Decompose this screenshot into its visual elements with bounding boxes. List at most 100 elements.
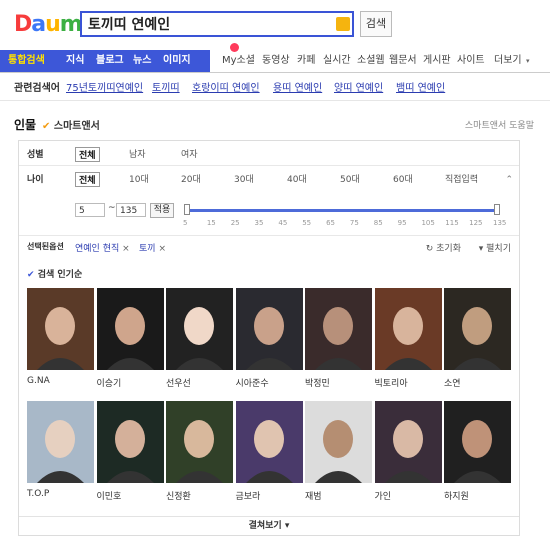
related-search-link[interactable]: 뱀띠 연예인 <box>396 78 445 100</box>
help-link[interactable]: 스마트앤서 도움말 <box>465 118 534 131</box>
apply-button[interactable]: 적용 <box>150 203 174 218</box>
person-photo[interactable] <box>374 288 442 370</box>
age-option-40s[interactable]: 40대 <box>287 172 307 185</box>
person-photo[interactable] <box>235 401 303 483</box>
person-photo[interactable] <box>305 401 372 483</box>
age-option-50s[interactable]: 50대 <box>340 172 360 185</box>
filter-panel: 성별 전체 남자 여자 나이 전체 10대 20대 30대 40대 50대 60… <box>18 140 520 260</box>
gender-option-all[interactable]: 전체 <box>75 147 100 162</box>
age-slider-track[interactable] <box>187 209 497 212</box>
slider-tick-label: 105 <box>421 219 435 227</box>
related-search-link[interactable]: 토끼띠 <box>152 78 180 100</box>
reset-button[interactable]: ↻ 초기화 <box>426 241 461 254</box>
tab-item[interactable]: 카페 <box>297 50 315 72</box>
tab-item[interactable]: 사이트 <box>457 50 485 72</box>
slider-tick-label: 15 <box>206 219 216 227</box>
slider-tick-label: 45 <box>278 219 288 227</box>
age-option-all[interactable]: 전체 <box>75 172 100 187</box>
person-name[interactable]: 박정민 <box>305 376 372 389</box>
person-name[interactable]: T.O.P <box>27 489 94 499</box>
age-option-60s[interactable]: 60대 <box>393 172 413 185</box>
tab-item[interactable]: 동영상 <box>262 50 290 72</box>
person-photo[interactable] <box>444 401 511 483</box>
age-max-input[interactable]: 135 <box>116 203 146 217</box>
person-photo[interactable] <box>27 288 94 370</box>
search-button[interactable]: 검색 <box>360 11 392 37</box>
person-name[interactable]: 소연 <box>444 376 511 389</box>
chip-job-label: 연예인 현직 <box>75 244 120 254</box>
age-label: 나이 <box>27 175 44 185</box>
tab-item[interactable]: My소셜 <box>222 50 255 72</box>
daum-logo[interactable]: Daum <box>14 12 83 37</box>
person-name[interactable]: 가인 <box>375 489 442 502</box>
tab-item[interactable]: 통합검색 <box>8 50 45 72</box>
expand-label: 펼치기 <box>486 244 511 254</box>
more-button[interactable]: 결쳐보기 ▾ <box>19 516 519 535</box>
person-name[interactable]: G.NA <box>27 376 94 386</box>
gender-option-male[interactable]: 남자 <box>129 147 146 160</box>
search-tabs: 통합검색 지식 블로그 뉴스 이미지 My소셜 동영상 카페 실시간 소셜웹 웹문서 게시판 사이트 더보… <box>0 50 550 73</box>
person-name[interactable]: 신정환 <box>166 489 233 502</box>
age-option-20s[interactable]: 20대 <box>181 172 201 185</box>
expand-button[interactable]: ▾ 펼치기 <box>479 241 511 254</box>
search-box[interactable] <box>80 11 354 37</box>
chip-zodiac[interactable]: 토끼 × <box>139 241 166 254</box>
tab-item[interactable]: 소셜웹 <box>357 50 385 72</box>
chevron-down-icon[interactable]: ▾ <box>526 50 530 72</box>
people-results: ✔ 검색 인기순 G.NA 이승기 선우선 시아준수 박정민 빅토리아 소연 T.O.P 이민호… <box>18 258 520 536</box>
search-input[interactable] <box>82 13 328 35</box>
tab-item[interactable]: 실시간 <box>323 50 351 72</box>
related-search-link[interactable]: 양띠 연예인 <box>334 78 383 100</box>
related-search-link[interactable]: 용띠 연예인 <box>273 78 322 100</box>
person-name[interactable]: 시아준수 <box>236 376 303 389</box>
person-name[interactable]: 금보라 <box>236 489 303 502</box>
age-slider-max-handle[interactable] <box>494 204 500 215</box>
tab-item[interactable]: 웹문서 <box>389 50 417 72</box>
gender-label: 성별 <box>27 150 44 160</box>
person-name[interactable]: 하지원 <box>444 489 511 502</box>
slider-tick-label: 85 <box>373 219 383 227</box>
chevron-down-icon: ▾ <box>478 244 484 254</box>
age-slider-min-handle[interactable] <box>184 204 190 215</box>
related-search-link[interactable]: 75년토끼띠연예인 <box>66 78 143 100</box>
age-row: 나이 전체 10대 20대 30대 40대 50대 60대 직접입력 <box>19 172 519 190</box>
person-name[interactable]: 이승기 <box>97 376 164 389</box>
close-icon[interactable]: × <box>158 244 166 254</box>
person-photo[interactable] <box>166 288 233 370</box>
gender-option-female[interactable]: 여자 <box>181 147 198 160</box>
related-search-link[interactable]: 호랑이띠 연예인 <box>192 78 260 100</box>
person-name[interactable]: 재범 <box>305 489 372 502</box>
sort-option[interactable]: ✔ 검색 인기순 <box>27 267 82 280</box>
tab-item[interactable]: 블로그 <box>96 50 124 72</box>
tab-item[interactable]: 이미지 <box>163 50 191 72</box>
person-name[interactable]: 선우선 <box>166 376 233 389</box>
tab-item[interactable]: 지식 <box>66 50 84 72</box>
chip-job[interactable]: 연예인 현직 × <box>75 241 130 254</box>
tab-item[interactable]: 게시판 <box>423 50 451 72</box>
person-photo[interactable] <box>374 401 442 483</box>
person-photo[interactable] <box>444 288 511 370</box>
slider-tick-label: 5 <box>183 219 188 227</box>
keyboard-icon[interactable] <box>336 17 350 31</box>
age-min-input[interactable]: 5 <box>75 203 105 217</box>
person-photo[interactable] <box>96 401 164 483</box>
person-photo[interactable] <box>96 288 164 370</box>
person-photo[interactable] <box>166 401 233 483</box>
close-icon[interactable]: × <box>122 244 130 254</box>
person-name[interactable]: 이민호 <box>97 489 164 502</box>
person-photo[interactable] <box>305 288 372 370</box>
tab-item[interactable]: 더보기 <box>494 50 522 72</box>
person-photo[interactable] <box>235 288 303 370</box>
logo-letter: D <box>14 12 32 37</box>
age-option-30s[interactable]: 30대 <box>234 172 254 185</box>
refresh-icon: ↻ <box>425 244 434 254</box>
person-name[interactable]: 빅토리아 <box>375 376 442 389</box>
tab-item[interactable]: 뉴스 <box>133 50 151 72</box>
age-option-custom[interactable]: 직접입력 <box>445 172 478 185</box>
chevron-up-icon[interactable]: ⌃ <box>505 175 513 185</box>
slider-tick-label: 25 <box>230 219 240 227</box>
selected-label: 선택된옵션 <box>27 242 64 251</box>
section-title: 인물 <box>14 118 37 132</box>
person-photo[interactable] <box>27 401 94 483</box>
age-option-10s[interactable]: 10대 <box>129 172 149 185</box>
